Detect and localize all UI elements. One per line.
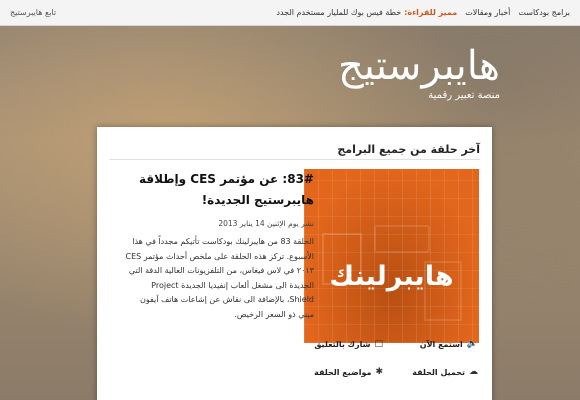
featured-read: مميز للقراءة: خطة فيس بوك للمليار مستخدم… bbox=[276, 8, 457, 17]
section-divider bbox=[109, 159, 480, 160]
site-tagline: منصة تعبير رقمية bbox=[428, 90, 500, 101]
episode-thumbnail[interactable]: هايبرلينك bbox=[304, 169, 479, 343]
download-label: تحميل الحلقة bbox=[412, 367, 465, 377]
nav-podcasts[interactable]: برامج بودكاست bbox=[518, 8, 570, 17]
episode-date: نشر يوم الإثنين 14 يناير 2013 bbox=[218, 219, 314, 228]
cloud-download-icon: ☁ bbox=[469, 367, 478, 377]
episode-title[interactable]: 83#: عن مؤتمر CES وإطلاقة هايبرستيج الجد… bbox=[122, 169, 314, 211]
download-button[interactable]: ☁ تحميل الحلقة bbox=[412, 367, 478, 377]
comment-label: شارك بالتعليق bbox=[314, 339, 371, 349]
top-bar: برامج بودكاست أخبار ومقالات مميز للقراءة… bbox=[0, 0, 580, 26]
follow-area: تابع هايبرستيج bbox=[10, 8, 56, 17]
listen-button[interactable]: 🔈 استمع الآن bbox=[420, 339, 478, 349]
episode-post: 83#: عن مؤتمر CES وإطلاقة هايبرستيج الجد… bbox=[122, 169, 315, 322]
follow-link[interactable]: تابع هايبرستيج bbox=[10, 8, 56, 17]
featured-link[interactable]: خطة فيس بوك للمليار مستخدم الجدد bbox=[276, 8, 401, 17]
topics-label: مواضيع الحلقة bbox=[314, 367, 372, 377]
listen-label: استمع الآن bbox=[419, 339, 463, 349]
thumbnail-decoration bbox=[374, 225, 430, 253]
speaker-icon: 🔈 bbox=[466, 339, 478, 349]
latest-episode-card: آخر حلقة من جميع البرامج هايبرلينك 83#: … bbox=[97, 127, 492, 400]
episode-summary: الحلقة 83 من هايبرلينك بودكاست تأتيكم مج… bbox=[125, 237, 315, 319]
speech-bubble-icon: □ bbox=[374, 339, 383, 349]
top-nav: برامج بودكاست أخبار ومقالات مميز للقراءة… bbox=[276, 8, 570, 17]
thumbnail-title: هايبرلينك bbox=[329, 261, 454, 292]
featured-label: مميز للقراءة: bbox=[404, 8, 458, 17]
brand: هايبرستيج منصة تعبير رقمية bbox=[338, 42, 500, 101]
site-logo[interactable]: هايبرستيج bbox=[338, 42, 500, 90]
asterisk-icon: ✱ bbox=[375, 367, 383, 377]
nav-news[interactable]: أخبار ومقالات bbox=[465, 8, 510, 17]
topics-button[interactable]: ✱ مواضيع الحلقة bbox=[314, 367, 383, 377]
section-title: آخر حلقة من جميع البرامج bbox=[337, 143, 480, 156]
comment-button[interactable]: □ شارك بالتعليق bbox=[314, 339, 383, 349]
